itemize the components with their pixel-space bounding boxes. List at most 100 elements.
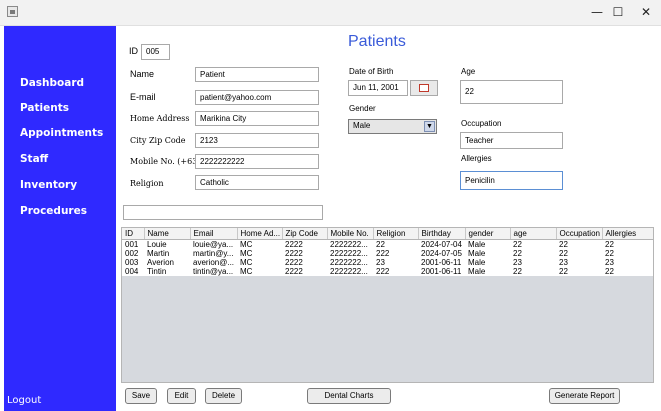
id-field[interactable]: 005 (141, 44, 170, 60)
column-header[interactable]: gender (465, 228, 511, 240)
save-button[interactable]: Save (125, 388, 157, 404)
gender-value: Male (353, 121, 371, 130)
table-cell: 23 (373, 258, 418, 267)
mobile-field[interactable]: 2222222222 (195, 154, 319, 169)
delete-button[interactable]: Delete (205, 388, 242, 404)
table-cell: 2024-07-04 (418, 239, 465, 249)
sidebar-item-procedures[interactable]: Procedures (20, 205, 87, 217)
table-cell: 22 (556, 267, 602, 276)
column-header[interactable]: Mobile No. (327, 228, 374, 240)
occupation-field[interactable]: Teacher (460, 132, 563, 149)
table-cell: 2222222... (327, 258, 373, 267)
column-header[interactable]: Birthday (418, 228, 466, 240)
table-cell: 2222 (282, 239, 327, 249)
close-button[interactable]: ✕ (631, 3, 661, 21)
table-row[interactable]: 002 Martin martin@y... MC 2222 2222222... 222 2… (122, 249, 653, 258)
table-cell: 22 (510, 267, 556, 276)
table-cell: 004 (122, 267, 144, 276)
table-cell: MC (237, 258, 282, 267)
table-cell: 22 (556, 239, 602, 249)
sidebar-item-inventory[interactable]: Inventory (20, 179, 77, 191)
column-header[interactable]: Zip Code (282, 228, 328, 240)
column-header[interactable]: Email (190, 228, 238, 240)
table-cell: 2222 (282, 249, 327, 258)
dob-label: Date of Birth (349, 67, 394, 76)
table-cell: martin@y... (190, 249, 237, 258)
table-cell: 23 (602, 258, 653, 267)
page-title: Patients (348, 33, 406, 50)
address-label: Home Address (130, 114, 190, 123)
logout-link[interactable]: Logout (7, 395, 41, 406)
name-field[interactable]: Patient (195, 67, 319, 82)
chevron-down-icon: ▼ (424, 121, 435, 132)
table-cell: averion@... (190, 258, 237, 267)
table-cell: 22 (373, 239, 418, 249)
table-row[interactable]: 001 Louie louie@ya... MC 2222 2222222... 22 202… (122, 239, 653, 249)
religion-field[interactable]: Catholic (195, 175, 319, 190)
allergies-field[interactable]: Penicilin (460, 171, 563, 190)
email-field[interactable]: patient@yahoo.com (195, 90, 319, 105)
table-cell: Male (465, 249, 510, 258)
table-cell: 2001-06-11 (418, 267, 465, 276)
table-cell: Male (465, 258, 510, 267)
table-cell: 002 (122, 249, 144, 258)
zip-field[interactable]: 2123 (195, 133, 319, 148)
calendar-icon (419, 84, 429, 92)
patients-table: ID Name Email Home Ad... Zip Code Mobile… (121, 227, 654, 383)
table-cell: 2222222... (327, 239, 373, 249)
sidebar-item-appointments[interactable]: Appointments (20, 127, 103, 139)
table-cell: 222 (373, 267, 418, 276)
table-cell: 2222 (282, 258, 327, 267)
table-cell: Averion (144, 258, 190, 267)
occupation-label: Occupation (461, 119, 502, 128)
table-cell: Male (465, 239, 510, 249)
table-cell: 22 (602, 267, 653, 276)
table-cell: MC (237, 239, 282, 249)
sidebar: Dashboard Patients Appointments Staff In… (4, 26, 116, 411)
table-cell: 222 (373, 249, 418, 258)
sidebar-item-patients[interactable]: Patients (20, 102, 69, 114)
sidebar-item-staff[interactable]: Staff (20, 153, 48, 165)
address-field[interactable]: Marikina City (195, 111, 319, 126)
table-cell: Louie (144, 239, 190, 249)
column-header[interactable]: ID (122, 228, 145, 240)
column-header[interactable]: Religion (373, 228, 419, 240)
age-field[interactable]: 22 (460, 80, 563, 104)
table-row[interactable]: 004 Tintin tintin@ya... MC 2222 2222222... 222… (122, 267, 653, 276)
table-row[interactable]: 003 Averion averion@... MC 2222 2222222... 23 2… (122, 258, 653, 267)
table-cell: 22 (556, 249, 602, 258)
sidebar-item-dashboard[interactable]: Dashboard (20, 77, 84, 89)
allergies-label: Allergies (461, 154, 492, 163)
table-cell: 2222 (282, 267, 327, 276)
search-field[interactable] (123, 205, 323, 220)
dental-charts-button[interactable]: Dental Charts (307, 388, 391, 404)
table-cell: tintin@ya... (190, 267, 237, 276)
title-bar: — ☐ ✕ (0, 0, 661, 26)
column-header[interactable]: Name (144, 228, 191, 240)
column-header[interactable]: Occupation (556, 228, 603, 240)
table-cell: 22 (510, 249, 556, 258)
age-label: Age (461, 67, 476, 76)
table-header-row: ID Name Email Home Ad... Zip Code Mobile… (122, 228, 653, 240)
edit-button[interactable]: Edit (167, 388, 196, 404)
column-header[interactable]: age (510, 228, 557, 240)
column-header[interactable]: Home Ad... (237, 228, 283, 240)
table-cell: 2024-07-05 (418, 249, 465, 258)
dob-field[interactable]: Jun 11, 2001 (348, 80, 408, 96)
calendar-button[interactable] (410, 80, 438, 96)
table-cell: Tintin (144, 267, 190, 276)
table-cell: 22 (510, 239, 556, 249)
maximize-button[interactable]: ☐ (603, 3, 633, 21)
email-label: E-mail (130, 92, 156, 102)
gender-select[interactable]: Male ▼ (348, 119, 437, 134)
generate-report-button[interactable]: Generate Report (549, 388, 620, 404)
table-cell: 22 (602, 249, 653, 258)
table-cell: 2222222... (327, 267, 373, 276)
id-label: ID (129, 46, 138, 56)
table-cell: Male (465, 267, 510, 276)
column-header[interactable]: Allergies (602, 228, 653, 240)
table-cell: 2001-06-11 (418, 258, 465, 267)
table-cell: louie@ya... (190, 239, 237, 249)
table-cell: 003 (122, 258, 144, 267)
name-label: Name (130, 69, 155, 79)
